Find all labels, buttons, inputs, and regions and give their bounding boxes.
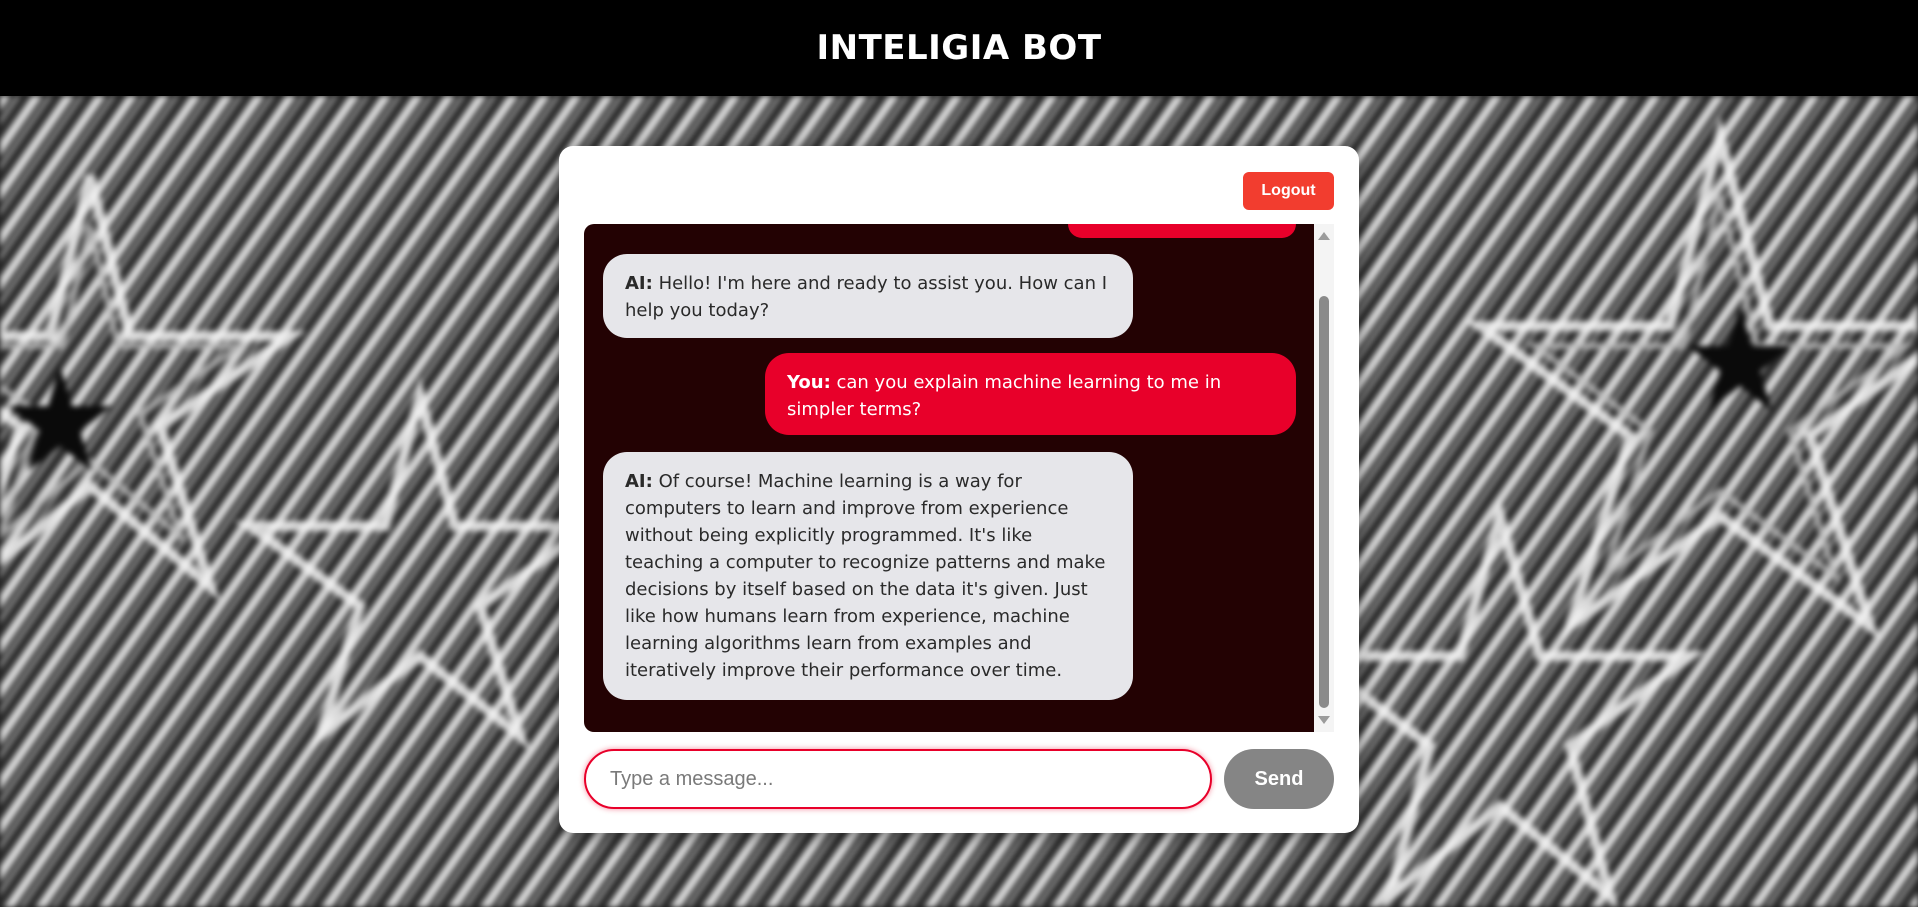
message-input[interactable]: [584, 749, 1212, 809]
message-bubble-user: You: can you explain machine learning to…: [765, 353, 1296, 435]
scroll-up-arrow-icon[interactable]: [1318, 232, 1330, 240]
message-text: can you explain machine learning to me i…: [787, 372, 1222, 420]
message-bubble-ai: AI: Of course! Machine learning is a way…: [603, 452, 1133, 700]
message-list[interactable]: AI: Hello! I'm here and ready to assist …: [584, 224, 1314, 732]
send-button[interactable]: Send: [1224, 749, 1334, 809]
message-bubble-ai: AI: Hello! I'm here and ready to assist …: [603, 254, 1133, 338]
message-text: Of course! Machine learning is a way for…: [625, 471, 1106, 681]
logout-button[interactable]: Logout: [1243, 172, 1334, 210]
message-bubble-user-partial: [1068, 224, 1296, 238]
chat-card: Logout AI: Hello! I'm here and ready to …: [559, 146, 1359, 833]
scrollbar-thumb[interactable]: [1319, 296, 1329, 708]
message-text: Hello! I'm here and ready to assist you.…: [625, 273, 1108, 321]
scroll-down-arrow-icon[interactable]: [1318, 716, 1330, 724]
message-speaker: AI:: [625, 471, 653, 492]
top-header-bar: INTELIGIA BOT: [0, 0, 1918, 96]
message-speaker: AI:: [625, 273, 653, 294]
app-title: INTELIGIA BOT: [816, 28, 1102, 68]
message-list-scrollbar[interactable]: [1314, 224, 1334, 732]
message-speaker: You:: [787, 372, 831, 393]
